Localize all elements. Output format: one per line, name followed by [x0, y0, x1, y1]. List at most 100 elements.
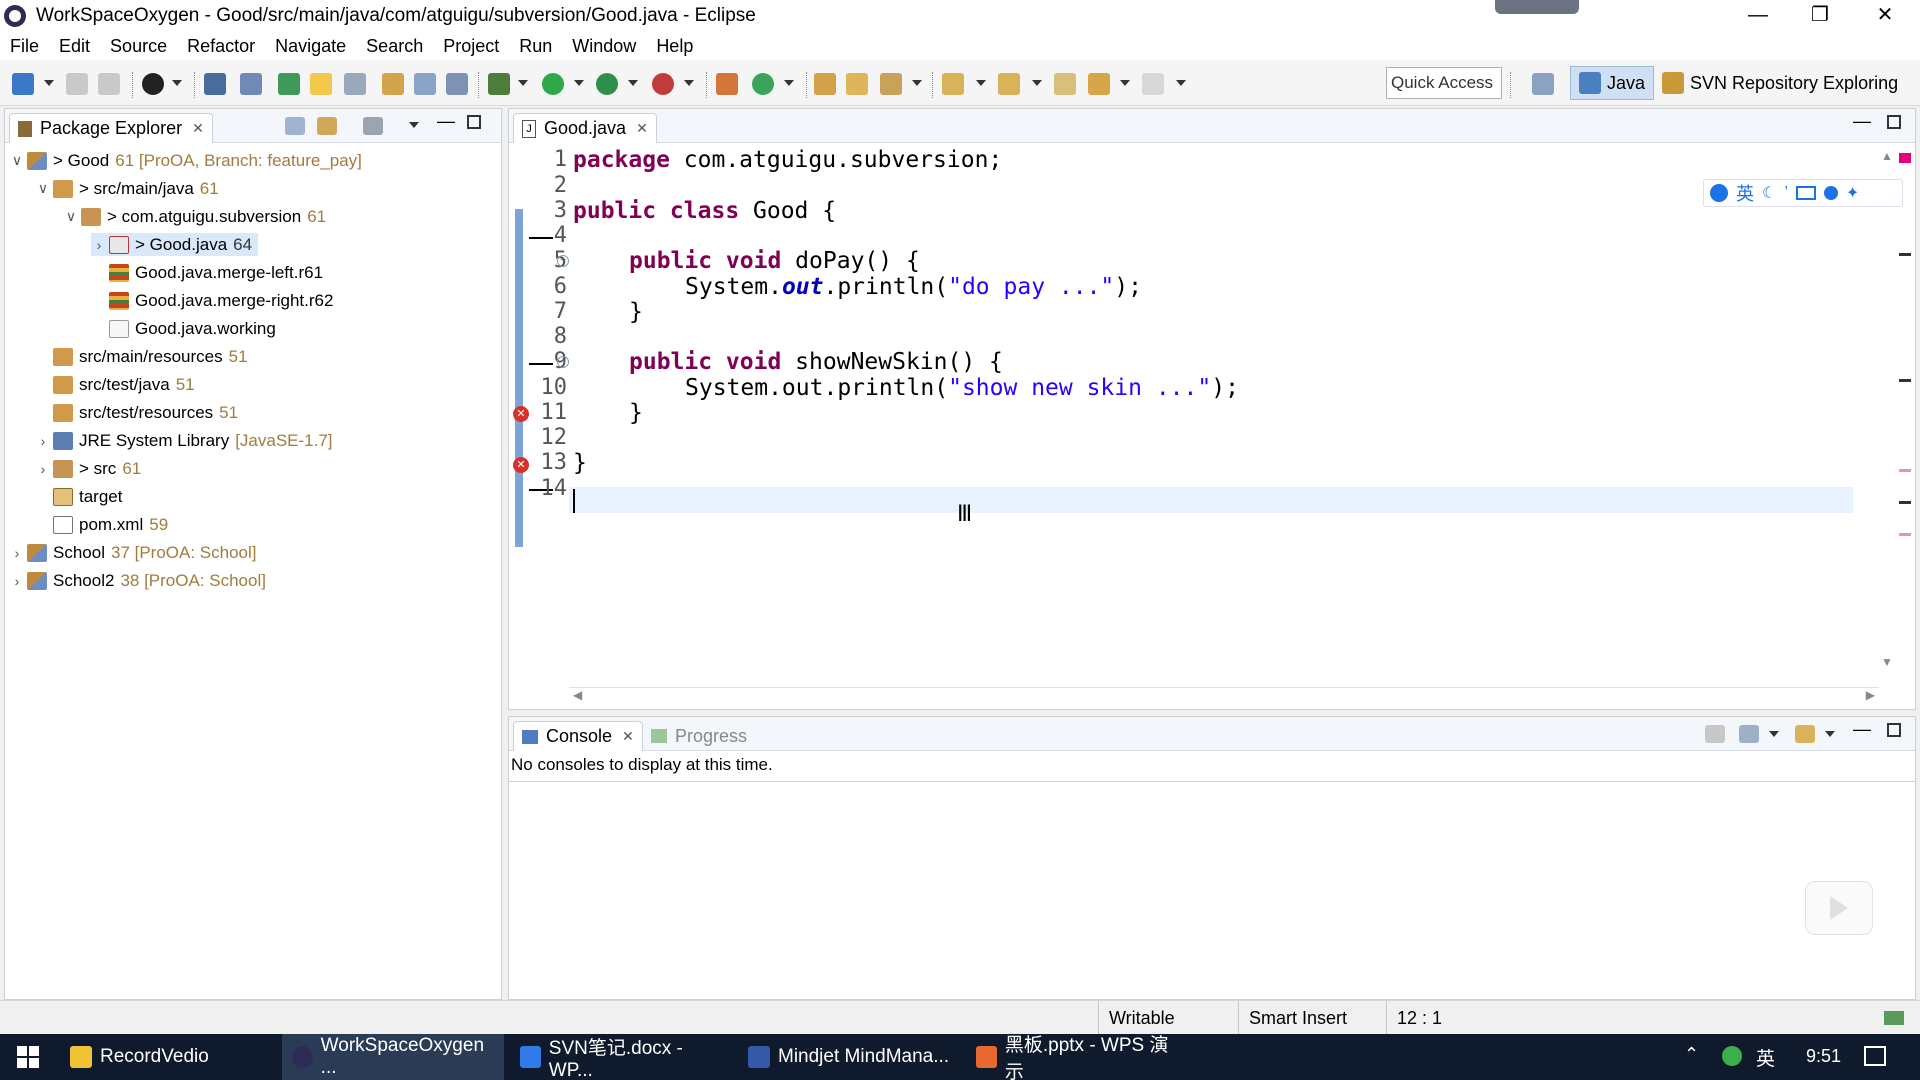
menu-edit[interactable]: Edit — [49, 36, 100, 57]
error-icon[interactable]: ✕ — [513, 406, 529, 422]
vertical-scrollbar[interactable]: ▲ ▼ — [1879, 149, 1895, 669]
tree-item-merge-left[interactable]: Good.java.merge-left.r61 — [107, 261, 323, 284]
coverage-dropdown-icon[interactable] — [628, 80, 638, 86]
code-line-6[interactable]: System.out.println("do pay ..."); — [685, 274, 1142, 300]
tab-good-java[interactable]: J Good.java ✕ — [513, 113, 657, 143]
tree-item-target[interactable]: target — [51, 485, 122, 508]
menu-source[interactable]: Source — [100, 36, 177, 57]
ime-toolbar[interactable]: 英 ☾ ’ ✦ — [1703, 179, 1903, 207]
user-icon[interactable] — [1823, 186, 1838, 200]
last-edit-icon[interactable] — [1054, 73, 1076, 95]
search-icon[interactable] — [880, 73, 902, 95]
new-java-project-icon[interactable] — [716, 73, 738, 95]
open-task-icon[interactable] — [382, 73, 404, 95]
open-resource-icon[interactable] — [846, 73, 868, 95]
save-icon[interactable] — [66, 73, 88, 95]
minimize-view-icon[interactable]: — — [1853, 111, 1871, 132]
previous-annotation-dropdown-icon[interactable] — [1032, 80, 1042, 86]
code-line-1[interactable]: package com.atguigu.subversion; — [573, 147, 1002, 173]
debug-icon[interactable] — [488, 73, 510, 95]
close-icon[interactable]: ✕ — [192, 120, 204, 137]
display-console-dropdown-icon[interactable] — [1769, 731, 1779, 737]
menu-refactor[interactable]: Refactor — [177, 36, 265, 57]
skip-breakpoints-icon[interactable] — [240, 73, 262, 95]
open-type-icon[interactable] — [278, 73, 300, 95]
chevron-right-icon[interactable]: › — [9, 573, 25, 589]
taskbar-item-recordvedio[interactable]: RecordVedio — [60, 1034, 276, 1080]
show-whitespace-icon[interactable] — [446, 73, 468, 95]
minimize-button[interactable]: — — [1728, 0, 1788, 32]
overview-marker[interactable] — [1899, 253, 1911, 256]
tree-item-merge-right[interactable]: Good.java.merge-right.r62 — [107, 289, 333, 312]
close-icon[interactable]: ✕ — [622, 728, 634, 745]
perspective-svn[interactable]: SVN Repository Exploring — [1658, 66, 1902, 100]
tree-item-school2[interactable]: › School2 38 [ProOA: School] — [9, 569, 266, 592]
error-icon[interactable]: ✕ — [513, 457, 529, 473]
open-console-icon[interactable] — [1795, 725, 1815, 743]
tree-item-jre-library[interactable]: › JRE System Library [JavaSE-1.7] — [35, 429, 333, 452]
overview-marker[interactable] — [1899, 501, 1911, 504]
svn-icon[interactable] — [142, 73, 164, 95]
menu-file[interactable]: File — [0, 36, 49, 57]
code-line-13[interactable]: } — [573, 450, 587, 476]
save-all-icon[interactable] — [98, 73, 120, 95]
filters-icon[interactable] — [363, 117, 383, 135]
code-line-11[interactable]: } — [629, 400, 643, 426]
chevron-right-icon[interactable]: › — [9, 545, 25, 561]
start-button[interactable] — [0, 1034, 56, 1080]
view-menu-icon[interactable] — [409, 122, 419, 128]
menu-help[interactable]: Help — [646, 36, 703, 57]
menu-window[interactable]: Window — [562, 36, 646, 57]
close-window-button[interactable]: ✕ — [1855, 0, 1915, 32]
menu-run[interactable]: Run — [509, 36, 562, 57]
heap-status-icon[interactable] — [1884, 1011, 1904, 1025]
tab-progress[interactable]: Progress — [643, 721, 755, 751]
tree-item-pom[interactable]: pom.xml 59 — [51, 513, 168, 536]
minimize-view-icon[interactable]: — — [437, 111, 455, 132]
pin-console-icon[interactable] — [1705, 725, 1725, 743]
tree-item-school[interactable]: › School 37 [ProOA: School] — [9, 541, 257, 564]
overview-error-marker[interactable] — [1899, 533, 1911, 536]
code-line-7[interactable]: } — [629, 299, 643, 325]
external-tools-icon[interactable] — [652, 73, 674, 95]
next-annotation-dropdown-icon[interactable] — [976, 80, 986, 86]
title-drag-handle[interactable] — [1495, 0, 1579, 14]
tree-item-src-test-resources[interactable]: src/test/resources 51 — [51, 401, 238, 424]
terminal-icon[interactable] — [204, 73, 226, 95]
next-annotation-icon[interactable] — [942, 73, 964, 95]
overview-error-marker[interactable] — [1899, 469, 1911, 472]
collapse-all-icon[interactable] — [285, 117, 305, 135]
chevron-right-icon[interactable]: › — [35, 433, 51, 449]
fold-toggle-icon[interactable]: − — [557, 255, 569, 267]
display-console-icon[interactable] — [1739, 725, 1759, 743]
tab-package-explorer[interactable]: Package Explorer ✕ — [9, 113, 213, 143]
maximize-view-icon[interactable] — [1887, 723, 1901, 737]
settings-icon[interactable]: ✦ — [1846, 183, 1859, 203]
tree-item-src[interactable]: › > src 61 — [35, 457, 141, 480]
tree-item-src-main-java[interactable]: ∨ > src/main/java 61 — [35, 177, 219, 200]
chevron-right-icon[interactable]: › — [35, 461, 51, 477]
code-line-10[interactable]: System.out.println("show new skin ..."); — [685, 375, 1239, 401]
overview-marker[interactable] — [1899, 379, 1911, 382]
chevron-right-icon[interactable]: › — [91, 237, 107, 253]
back-dropdown-icon[interactable] — [1120, 80, 1130, 86]
open-folder-icon[interactable] — [814, 73, 836, 95]
overview-error-marker[interactable] — [1899, 153, 1911, 163]
keyboard-icon[interactable] — [1795, 186, 1816, 200]
horizontal-scrollbar[interactable]: ◀ ▶ — [569, 687, 1879, 703]
link-with-editor-icon[interactable] — [317, 117, 337, 135]
chevron-up-icon[interactable]: ⌃ — [1684, 1044, 1699, 1065]
perspective-java[interactable]: Java — [1570, 66, 1655, 100]
tree-item-package[interactable]: ∨ > com.atguigu.subversion 61 — [63, 205, 326, 228]
coverage-icon[interactable] — [596, 73, 618, 95]
network-icon[interactable] — [1722, 1046, 1742, 1066]
chevron-down-icon[interactable]: ∨ — [9, 152, 25, 169]
run-dropdown-icon[interactable] — [574, 80, 584, 86]
tree-item-src-main-resources[interactable]: src/main/resources 51 — [51, 345, 248, 368]
video-play-overlay[interactable] — [1805, 881, 1873, 935]
external-tools-dropdown-icon[interactable] — [684, 80, 694, 86]
chevron-down-icon[interactable]: ∨ — [35, 180, 51, 197]
code-line-9[interactable]: public void showNewSkin() { — [629, 349, 1003, 375]
back-icon[interactable] — [1088, 73, 1110, 95]
ime-indicator[interactable]: 英 — [1756, 1044, 1775, 1071]
